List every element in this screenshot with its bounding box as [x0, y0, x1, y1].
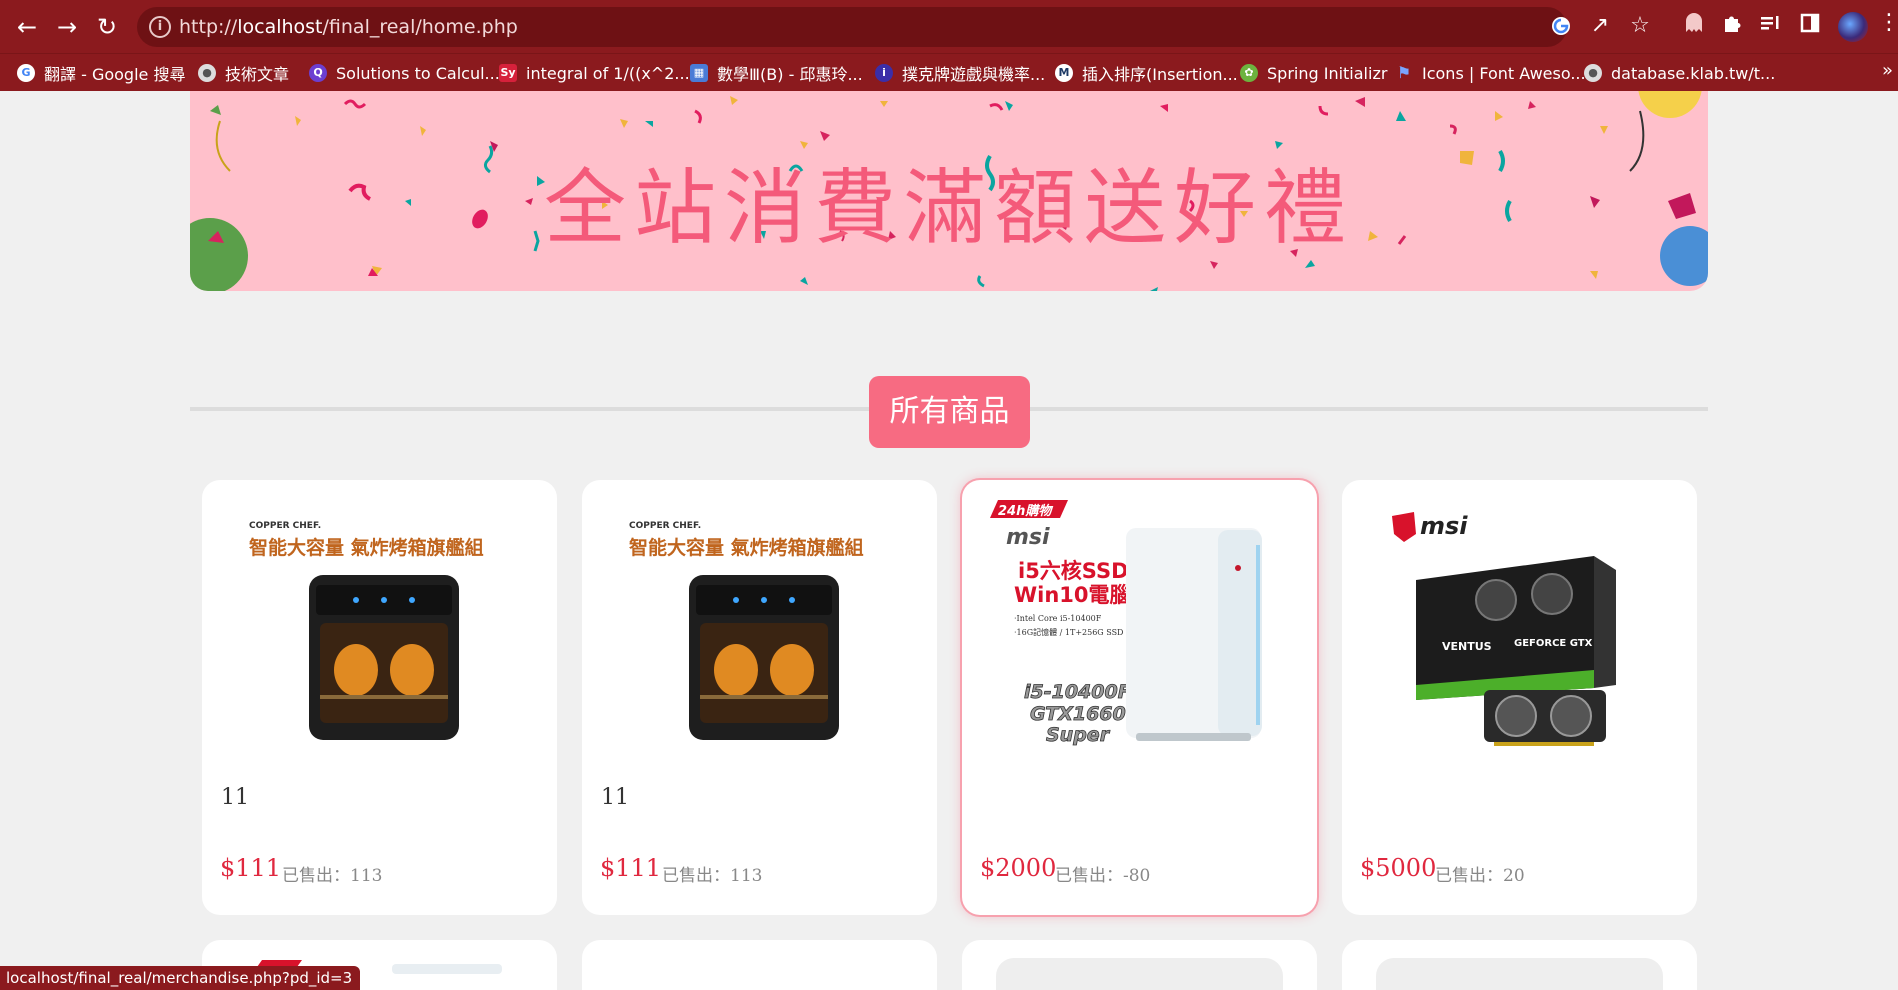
banner-title: 全站消費滿額送好禮	[543, 161, 1354, 256]
product-name: 11	[221, 785, 249, 810]
address-bar[interactable]: i http://localhost/final_real/home.php	[137, 7, 1570, 47]
product-image-caption: 智能大容量 氣炸烤箱旗艦組	[629, 536, 864, 559]
product-card[interactable]	[582, 940, 937, 990]
bookmark-item[interactable]: Q Solutions to Calcul...	[309, 60, 500, 86]
address-url[interactable]: http://localhost/final_real/home.php	[179, 16, 518, 38]
side-panel-icon[interactable]	[1796, 12, 1824, 40]
product-sold-count: 已售出：20	[1435, 866, 1525, 886]
product-price: $2000	[980, 854, 1057, 882]
product-price: $111	[220, 854, 282, 882]
globe-icon: ●	[198, 64, 216, 82]
product-image-box-label: GEFORCE GTX	[1514, 638, 1593, 649]
forward-arrow-icon[interactable]: →	[50, 10, 84, 44]
browser-toolbar: ← → ↻ i http://localhost/final_real/home…	[0, 0, 1898, 53]
q-icon: Q	[309, 64, 327, 82]
extensions-puzzle-icon[interactable]	[1718, 12, 1746, 40]
product-image-brand: msi	[1420, 512, 1468, 540]
section-title: 所有商品	[869, 376, 1030, 448]
product-sold-count: 已售出：113	[282, 866, 383, 886]
product-sold-count: 已售出：113	[662, 866, 763, 886]
m-icon: M	[1055, 64, 1073, 82]
image-placeholder	[1376, 958, 1663, 990]
image-placeholder	[996, 958, 1283, 990]
product-image-msi-desktop: 24h購物 msi i5六核SSD Win10電腦 ‧Intel Core i5…	[990, 500, 1262, 746]
product-image-caption: 智能大容量 氣炸烤箱旗艦組	[249, 536, 484, 559]
page-content: 全站消費滿額送好禮 所有商品 COPPER CHEF. 智能大容量 氣炸烤箱旗艦…	[0, 91, 1898, 990]
product-image-brand: COPPER CHEF.	[629, 521, 701, 531]
product-image-box-label: VENTUS	[1442, 640, 1492, 653]
bookmarks-overflow-icon[interactable]: »	[1882, 60, 1893, 81]
bookmark-item[interactable]: ▦ 數學Ⅲ(B) - 邱惠玲...	[690, 60, 863, 86]
product-image-brand: msi	[1006, 525, 1050, 550]
product-card[interactable]: 24h購物 msi i5六核SSD Win10電腦 ‧Intel Core i5…	[962, 480, 1317, 915]
product-image-air-fryer: COPPER CHEF. 智能大容量 氣炸烤箱旗艦組	[629, 521, 864, 740]
product-image-tag1: i5-10400F	[1024, 681, 1131, 703]
product-image-spec2: ‧16G記憶體 / 1T+256G SSD	[1014, 627, 1123, 637]
product-price: $111	[600, 854, 662, 882]
info-icon: i	[875, 64, 893, 82]
browser-menu-icon[interactable]: ⋮	[1878, 10, 1898, 35]
bookmark-item[interactable]: M 插入排序(Insertion...	[1055, 60, 1238, 86]
product-image-msi-graphics-card: msi VENTUS GEFORCE GTX	[1392, 512, 1616, 746]
product-card[interactable]: msi VENTUS GEFORCE GTX $5000 已售出：20	[1342, 480, 1697, 915]
bookmark-item[interactable]: ✿ Spring Initializr	[1240, 60, 1387, 86]
product-image-spec1: ‧Intel Core i5-10400F	[1014, 614, 1102, 623]
globe-icon: ●	[1584, 64, 1602, 82]
product-price: $5000	[1360, 854, 1437, 882]
bookmarks-bar: G 翻譯 - Google 搜尋 ● 技術文章 Q Solutions to C…	[0, 53, 1898, 91]
product-name: 11	[601, 785, 629, 810]
ghost-extension-icon[interactable]	[1680, 12, 1708, 40]
bookmark-item[interactable]: i 撲克牌遊戲與機率...	[875, 60, 1045, 86]
reload-icon[interactable]: ↻	[90, 10, 124, 44]
status-bar-url: localhost/final_real/merchandise.php?pd_…	[0, 966, 361, 990]
bookmark-item[interactable]: G 翻譯 - Google 搜尋	[17, 60, 185, 86]
promo-banner[interactable]: 全站消費滿額送好禮	[190, 91, 1708, 291]
product-image-line2: Win10電腦	[1014, 583, 1131, 607]
product-card[interactable]	[962, 940, 1317, 990]
classroom-icon: ▦	[690, 64, 708, 82]
site-info-icon[interactable]: i	[149, 16, 171, 38]
symbolab-icon: Sy	[499, 64, 517, 82]
back-arrow-icon[interactable]: ←	[10, 10, 44, 44]
spring-icon: ✿	[1240, 64, 1258, 82]
profile-avatar[interactable]	[1838, 12, 1868, 42]
bookmark-item[interactable]: ● 技術文章	[198, 60, 289, 86]
product-sold-count: 已售出：-80	[1055, 866, 1151, 886]
product-card[interactable]: COPPER CHEF. 智能大容量 氣炸烤箱旗艦組 11 $111 已售出：1…	[202, 480, 557, 915]
product-card[interactable]	[1342, 940, 1697, 990]
google-icon: G	[17, 64, 35, 82]
product-card[interactable]: COPPER CHEF. 智能大容量 氣炸烤箱旗艦組 11 $111 已售出：1…	[582, 480, 937, 915]
product-image-tag3: Super	[1046, 724, 1111, 746]
share-icon[interactable]: ↗	[1586, 12, 1614, 40]
product-image-line1: i5六核SSD	[1018, 559, 1129, 583]
bookmark-item[interactable]: ⚑ Icons | Font Aweso...	[1395, 60, 1586, 86]
product-image-badge: 24h購物	[998, 503, 1053, 519]
product-image-tag2: GTX1660	[1030, 703, 1126, 725]
google-lens-icon[interactable]	[1549, 15, 1573, 39]
reading-list-icon[interactable]	[1756, 12, 1784, 40]
flag-icon: ⚑	[1396, 63, 1412, 82]
bookmark-star-icon[interactable]: ☆	[1626, 12, 1654, 40]
bookmark-item[interactable]: Sy integral of 1/((x^2...	[499, 60, 690, 86]
bookmark-item[interactable]: ● database.klab.tw/t...	[1584, 60, 1775, 86]
product-image-air-fryer: COPPER CHEF. 智能大容量 氣炸烤箱旗艦組	[249, 521, 484, 740]
product-image-brand: COPPER CHEF.	[249, 521, 321, 531]
